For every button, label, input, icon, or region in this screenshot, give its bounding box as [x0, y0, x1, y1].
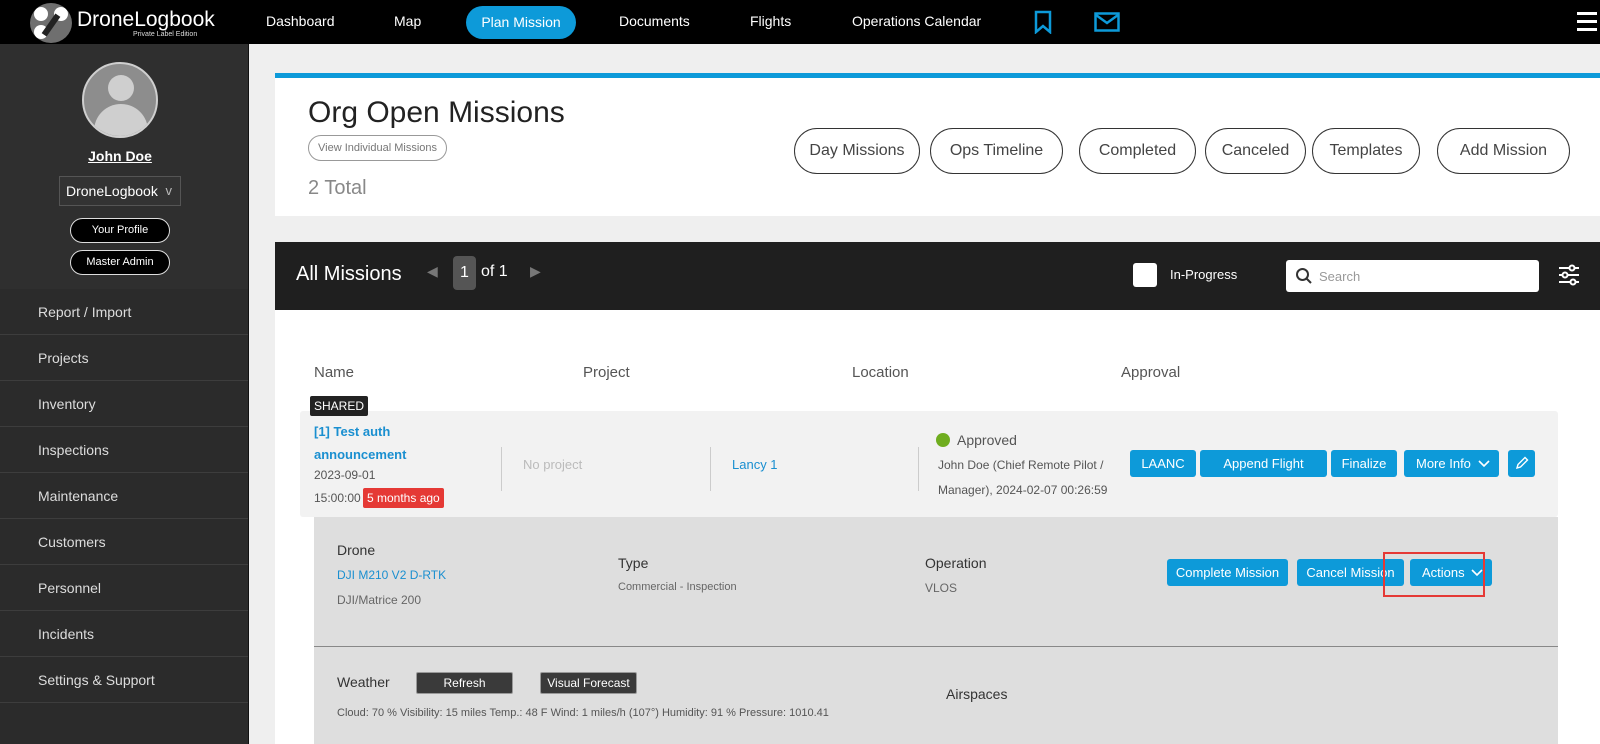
- page-title: Org Open Missions: [308, 96, 565, 129]
- complete-mission-button[interactable]: Complete Mission: [1167, 559, 1288, 586]
- missions-toolbar: All Missions ◀ 1 of 1 ▶ In-Progress: [275, 242, 1600, 310]
- append-flight-button[interactable]: Append Flight: [1200, 450, 1327, 477]
- column-name: Name: [314, 364, 355, 381]
- sidebar-item-projects[interactable]: Projects: [0, 335, 248, 381]
- drone-model: DJI/Matrice 200: [337, 593, 422, 607]
- nav-dashboard[interactable]: Dashboard: [266, 13, 335, 29]
- org-select-value: DroneLogbook: [66, 183, 158, 199]
- drone-logo-icon[interactable]: [30, 3, 72, 43]
- sidebar-item-maintenance[interactable]: Maintenance: [0, 473, 248, 519]
- more-info-button[interactable]: More Info: [1404, 450, 1499, 477]
- your-profile-button[interactable]: Your Profile: [70, 218, 170, 243]
- top-navbar: DroneLogbook Private Label Edition Dashb…: [0, 0, 1600, 44]
- drone-label: Drone: [337, 542, 376, 558]
- day-missions-button[interactable]: Day Missions: [794, 128, 920, 174]
- mail-icon[interactable]: [1094, 12, 1120, 37]
- mission-time: 15:00:00: [314, 491, 361, 505]
- type-value: Commercial - Inspection: [618, 581, 737, 593]
- org-select[interactable]: DroneLogbook v: [59, 176, 181, 206]
- hamburger-menu-icon[interactable]: [1577, 12, 1597, 32]
- sidebar-item-inventory[interactable]: Inventory: [0, 381, 248, 427]
- sidebar-item-customers[interactable]: Customers: [0, 519, 248, 565]
- weather-summary: Cloud: 70 % Visibility: 15 miles Temp.: …: [337, 707, 829, 719]
- missions-title: All Missions: [296, 263, 402, 285]
- mission-detail-panel: Drone DJI M210 V2 D-RTK DJI/Matrice 200 …: [314, 517, 1558, 744]
- divider: [501, 447, 502, 491]
- in-progress-label: In-Progress: [1170, 267, 1238, 282]
- sidebar-item-report-import[interactable]: Report / Import: [0, 289, 248, 335]
- weather-label: Weather: [337, 674, 390, 690]
- divider: [918, 447, 919, 491]
- sidebar-item-inspections[interactable]: Inspections: [0, 427, 248, 473]
- completed-button[interactable]: Completed: [1079, 128, 1196, 174]
- mission-date: 2023-09-01: [314, 468, 376, 482]
- drone-name-link[interactable]: DJI M210 V2 D-RTK: [337, 568, 446, 582]
- add-mission-button[interactable]: Add Mission: [1437, 128, 1570, 174]
- refresh-button[interactable]: Refresh: [416, 672, 513, 694]
- sidebar-item-personnel[interactable]: Personnel: [0, 565, 248, 611]
- prev-page-icon[interactable]: ◀: [427, 263, 438, 280]
- sidebar: John Doe DroneLogbook v Your Profile Mas…: [0, 44, 249, 744]
- canceled-button[interactable]: Canceled: [1205, 128, 1306, 174]
- mission-name-link[interactable]: [1] Test auth announcement: [314, 420, 444, 466]
- total-count: 2 Total: [308, 177, 367, 199]
- more-info-label: More Info: [1416, 456, 1471, 471]
- mission-age-badge: 5 months ago: [363, 488, 444, 508]
- filter-sliders-icon[interactable]: [1558, 264, 1580, 291]
- sidebar-menu: Report / Import Projects Inventory Inspe…: [0, 289, 248, 703]
- operation-value: VLOS: [925, 581, 958, 595]
- master-admin-button[interactable]: Master Admin: [70, 250, 170, 275]
- search-icon: [1295, 267, 1313, 290]
- mission-location-link[interactable]: Lancy 1: [732, 457, 778, 472]
- logo-subtitle: Private Label Edition: [133, 31, 198, 38]
- nav-operations-calendar[interactable]: Operations Calendar: [852, 13, 981, 29]
- mission-project: No project: [523, 457, 583, 472]
- avatar[interactable]: [82, 62, 158, 138]
- approval-by: John Doe (Chief Remote Pilot / Manager),…: [938, 458, 1108, 497]
- current-page[interactable]: 1: [453, 256, 476, 290]
- page-total: of 1: [481, 263, 508, 280]
- chevron-down-icon: v: [165, 183, 173, 198]
- next-page-icon[interactable]: ▶: [530, 263, 541, 280]
- visual-forecast-button[interactable]: Visual Forecast: [540, 672, 637, 694]
- bookmark-icon[interactable]: [1033, 10, 1053, 39]
- sidebar-item-settings-support[interactable]: Settings & Support: [0, 657, 248, 703]
- mission-row: [1] Test auth announcement 2023-09-01 15…: [300, 411, 1558, 517]
- search-box: [1286, 260, 1539, 292]
- missions-list: Name Project Location Approval [1] Test …: [275, 310, 1600, 744]
- nav-map[interactable]: Map: [394, 13, 421, 29]
- nav-flights[interactable]: Flights: [750, 13, 791, 29]
- missions-header-card: Org Open Missions View Individual Missio…: [275, 73, 1600, 216]
- divider: [314, 646, 1558, 647]
- shared-badge: SHARED: [310, 396, 369, 416]
- ops-timeline-button[interactable]: Ops Timeline: [930, 128, 1063, 174]
- nav-documents[interactable]: Documents: [619, 13, 690, 29]
- laanc-button[interactable]: LAANC: [1130, 450, 1196, 477]
- search-input[interactable]: [1319, 266, 1519, 286]
- sidebar-item-incidents[interactable]: Incidents: [0, 611, 248, 657]
- chevron-down-icon: [1478, 450, 1490, 477]
- highlight-box: [1383, 552, 1485, 597]
- approval-status-dot: [936, 433, 950, 447]
- finalize-button[interactable]: Finalize: [1331, 450, 1397, 477]
- column-approval: Approval: [1121, 364, 1181, 381]
- logo-text[interactable]: DroneLogbook: [77, 8, 215, 32]
- view-individual-missions-button[interactable]: View Individual Missions: [308, 135, 448, 161]
- type-label: Type: [618, 555, 649, 571]
- divider: [710, 447, 711, 491]
- in-progress-checkbox[interactable]: [1133, 263, 1157, 287]
- operation-label: Operation: [925, 555, 987, 571]
- approval-status: Approved: [957, 432, 1017, 448]
- column-project: Project: [583, 364, 630, 381]
- user-name-link[interactable]: John Doe: [0, 148, 240, 164]
- airspaces-label: Airspaces: [946, 686, 1008, 702]
- templates-button[interactable]: Templates: [1312, 128, 1420, 174]
- nav-plan-mission[interactable]: Plan Mission: [466, 6, 576, 39]
- column-location: Location: [852, 364, 909, 381]
- profile-panel: John Doe DroneLogbook v Your Profile Mas…: [0, 44, 248, 289]
- pencil-icon[interactable]: [1508, 450, 1535, 477]
